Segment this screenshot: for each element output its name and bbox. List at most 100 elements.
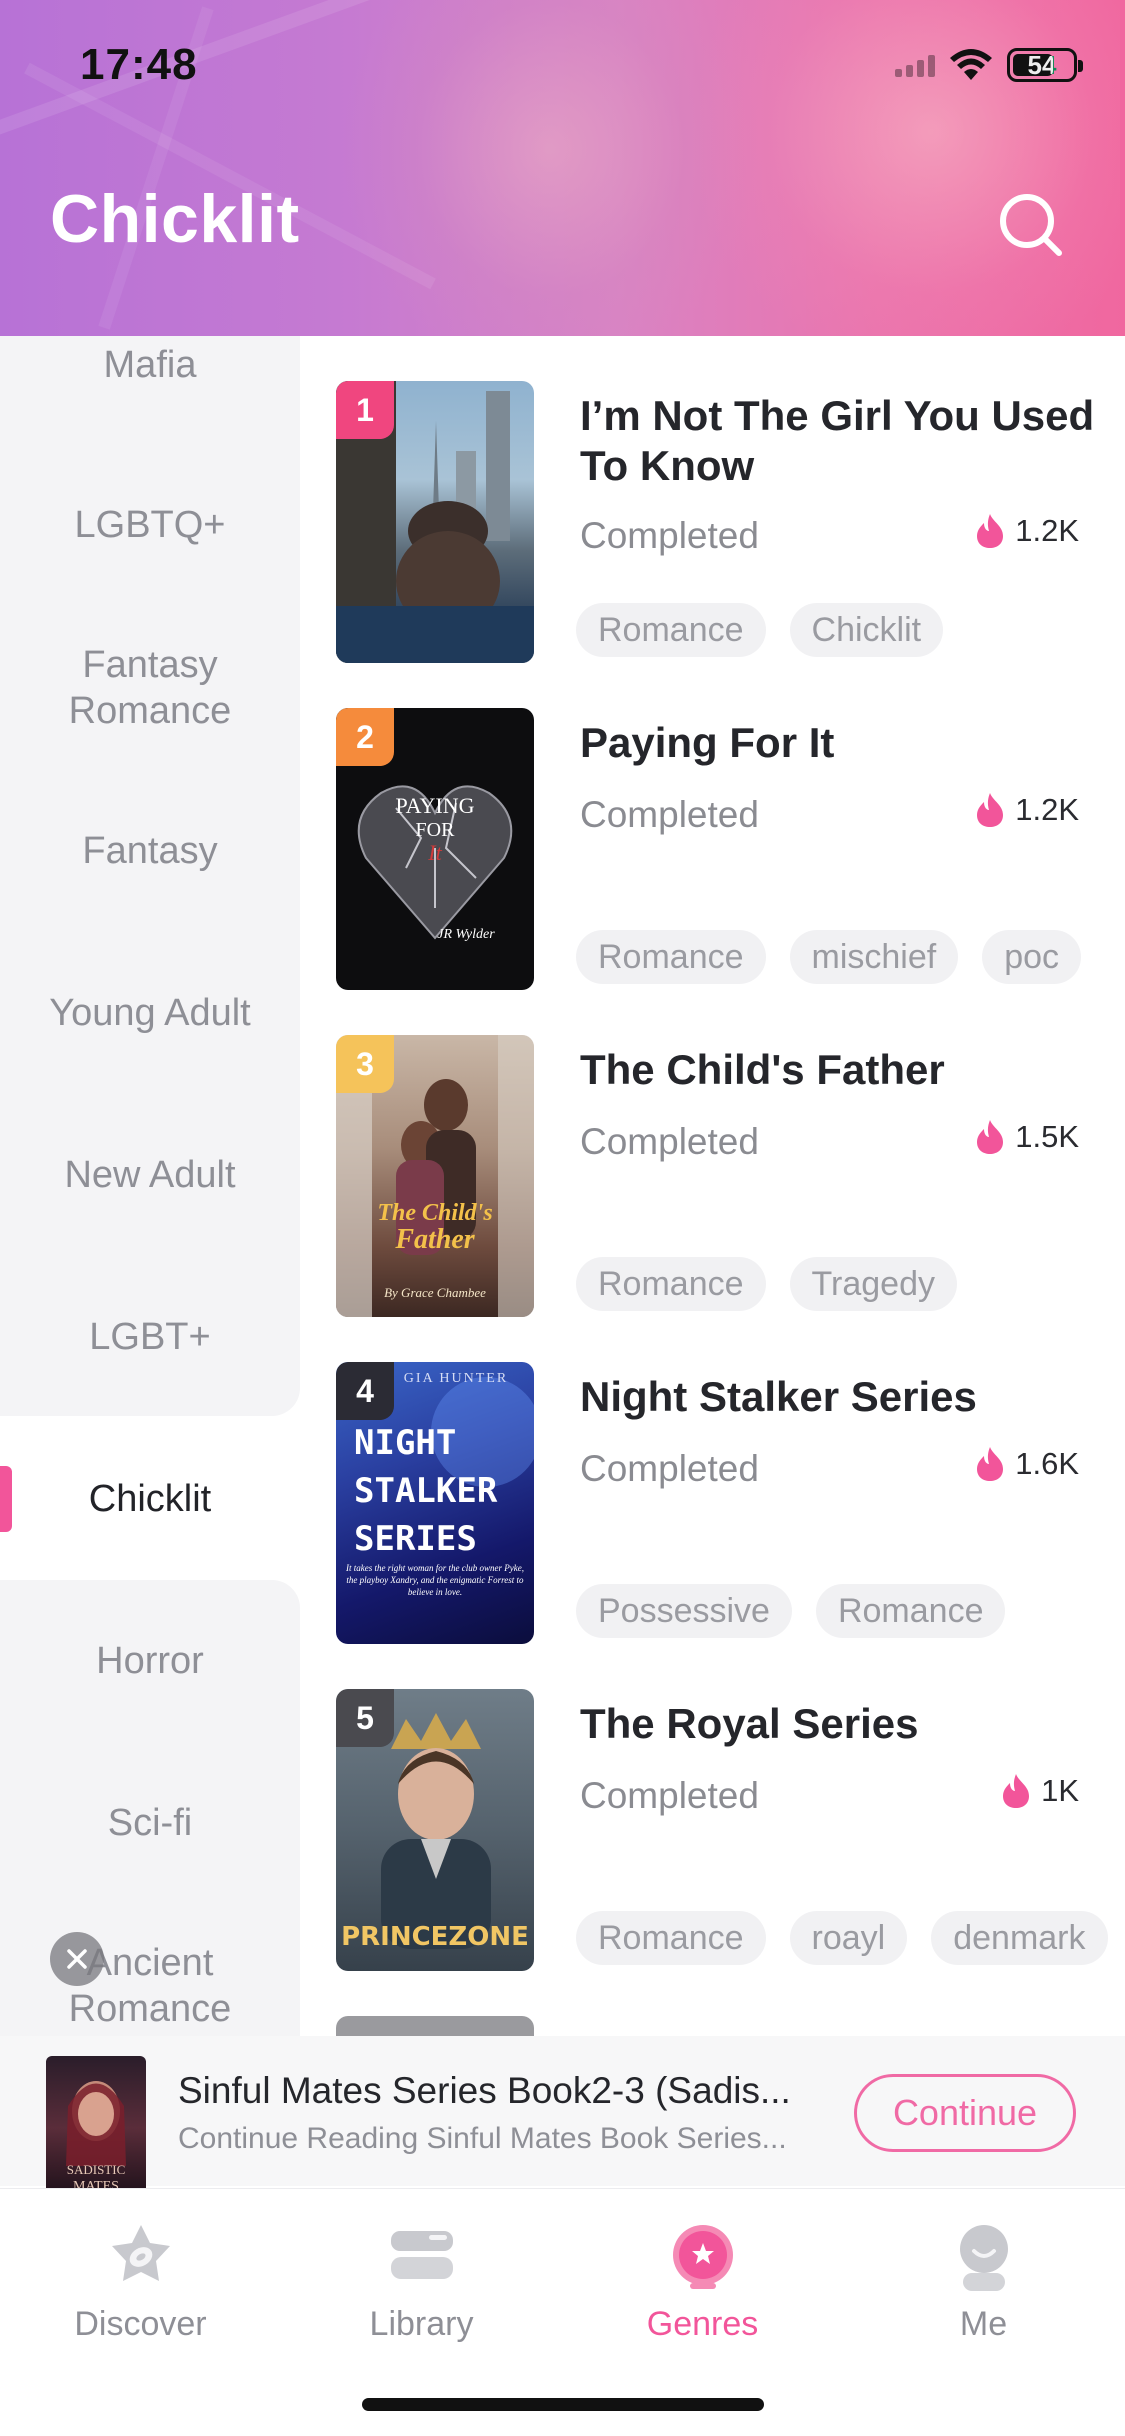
tag-list: Romance Tragedy <box>576 1257 957 1311</box>
book-item[interactable]: PAYING FOR It JR Wylder 2 Paying For It … <box>336 708 1125 990</box>
tab-genres[interactable]: Genres <box>562 2189 843 2389</box>
tag[interactable]: mischief <box>789 930 959 984</box>
tag[interactable]: Romance <box>576 603 766 657</box>
tab-discover[interactable]: Discover <box>0 2189 281 2389</box>
tag[interactable]: Romance <box>576 1911 766 1965</box>
sidebar-item-new-adult[interactable]: New Adult <box>0 1152 300 1198</box>
tag[interactable]: Romance <box>576 1257 766 1311</box>
sidebar-item-horror[interactable]: Horror <box>0 1638 300 1684</box>
sidebar-item-fantasy-romance[interactable]: Fantasy Romance <box>0 642 300 734</box>
genres-icon <box>673 2225 733 2289</box>
status-time: 17:48 <box>80 40 198 89</box>
popularity-count: 1.2K <box>1015 792 1079 827</box>
discover-icon <box>112 2225 170 2281</box>
popularity: 1.5K <box>975 1119 1079 1155</box>
book-status: Completed <box>580 1775 759 1816</box>
book-status: Completed <box>580 794 759 835</box>
sidebar-item-mafia[interactable]: Mafia <box>0 342 300 388</box>
tag[interactable]: roayl <box>789 1911 908 1965</box>
home-indicator[interactable] <box>362 2398 764 2411</box>
cover-author: JR Wylder <box>437 927 495 942</box>
battery-icon: 54 <box>1007 48 1083 82</box>
cover-author: GIA HUNTER <box>404 1371 508 1386</box>
book-item[interactable]: The Child's Father By Grace Chambee 3 Th… <box>336 1035 1125 1317</box>
cover-author: By Grace Chambee <box>384 1285 486 1300</box>
book-title[interactable]: Night Stalker Series <box>580 1372 1100 1422</box>
book-cover[interactable]: PRINCEZONE 5 <box>336 1689 534 1971</box>
tag[interactable]: denmark <box>931 1911 1108 1965</box>
tag[interactable]: poc <box>982 930 1082 984</box>
tag-list: Possessive Romance <box>576 1584 1006 1638</box>
sidebar-item-fantasy[interactable]: Fantasy <box>0 828 300 874</box>
close-continue-button[interactable] <box>50 1932 104 1986</box>
header-photo <box>340 0 760 336</box>
cover-art: SADISTIC MATES <box>66 2081 126 2194</box>
tab-label: Discover <box>74 2305 207 2343</box>
continue-book-title[interactable]: Sinful Mates Series Book2-3 (Sadis... <box>178 2070 838 2112</box>
cover-text: STALKER <box>354 1471 498 1511</box>
popularity: 1.2K <box>975 792 1079 828</box>
popularity-count: 1K <box>1041 1773 1079 1808</box>
library-icon <box>391 2231 453 2279</box>
continue-book-subtitle: Continue Reading Sinful Mates Book Serie… <box>178 2122 787 2155</box>
book-title[interactable]: Paying For It <box>580 718 1100 768</box>
book-status: Completed <box>580 515 759 556</box>
tag[interactable]: Chicklit <box>789 603 944 657</box>
book-status: Completed <box>580 1448 759 1489</box>
tag[interactable]: Tragedy <box>789 1257 957 1311</box>
me-icon <box>960 2225 1008 2291</box>
book-item[interactable]: GIA HUNTER NIGHT STALKER SERIES It takes… <box>336 1362 1125 1644</box>
flame-icon <box>977 1120 1004 1154</box>
book-cover[interactable]: PAYING FOR It JR Wylder 2 <box>336 708 534 990</box>
cover-text: NIGHT <box>354 1423 456 1463</box>
tab-me[interactable]: Me <box>843 2189 1124 2389</box>
continue-button[interactable]: Continue <box>854 2074 1076 2152</box>
tab-label: Genres <box>646 2305 759 2343</box>
sidebar-item-lgbtq[interactable]: LGBTQ+ <box>0 502 300 548</box>
cover-text: SERIES <box>354 1519 477 1559</box>
sidebar-item-chicklit[interactable]: Chicklit <box>0 1476 300 1522</box>
book-status: Completed <box>580 1121 759 1162</box>
book-title[interactable]: The Child's Father <box>580 1045 1100 1095</box>
continue-book-cover[interactable]: SADISTIC MATES <box>46 2056 146 2200</box>
flame-icon <box>977 514 1004 548</box>
book-item[interactable]: 1 I’m Not The Girl You Used To Know Comp… <box>336 381 1125 663</box>
flame-icon <box>1003 1774 1030 1808</box>
rank-badge: 3 <box>336 1035 394 1093</box>
rank-badge: 5 <box>336 1689 394 1747</box>
flame-icon <box>977 793 1004 827</box>
popularity-count: 1.6K <box>1015 1446 1079 1481</box>
tag[interactable]: Possessive <box>576 1584 792 1638</box>
sidebar-item-sci-fi[interactable]: Sci-fi <box>0 1800 300 1846</box>
flame-icon <box>977 1447 1004 1481</box>
genre-sidebar: Mafia LGBTQ+ Fantasy Romance Fantasy You… <box>0 336 300 2040</box>
tag[interactable]: Romance <box>576 930 766 984</box>
cover-blurb: It takes the right woman for the club ow… <box>346 1563 524 1597</box>
continue-reading-bar[interactable]: SADISTIC MATES Sinful Mates Series Book2… <box>0 2036 1125 2200</box>
tag-list: Romance roayl denmark <box>576 1911 1108 1965</box>
book-cover[interactable]: The Child's Father By Grace Chambee 3 <box>336 1035 534 1317</box>
book-cover[interactable]: GIA HUNTER NIGHT STALKER SERIES It takes… <box>336 1362 534 1644</box>
book-title[interactable]: I’m Not The Girl You Used To Know <box>580 391 1100 491</box>
tab-library[interactable]: Library <box>281 2189 562 2389</box>
search-icon[interactable] <box>996 190 1066 260</box>
book-item[interactable]: PRINCEZONE 5 The Royal Series Completed … <box>336 1689 1125 1971</box>
tab-label: Library <box>369 2305 474 2343</box>
status-icons: 54 <box>895 48 1083 82</box>
header: 17:48 54 Chicklit <box>0 0 1125 336</box>
sidebar-item-lgbt[interactable]: LGBT+ <box>0 1314 300 1360</box>
book-cover[interactable] <box>336 2016 534 2036</box>
rank-badge: 1 <box>336 381 394 439</box>
popularity: 1K <box>1001 1773 1079 1809</box>
tag-list: Romance mischief poc <box>576 930 1082 984</box>
page-title: Chicklit <box>50 181 300 257</box>
book-title[interactable]: The Royal Series <box>580 1699 1100 1749</box>
book-item-partial[interactable] <box>336 2016 1125 2036</box>
sidebar-item-young-adult[interactable]: Young Adult <box>0 990 300 1036</box>
tag[interactable]: Romance <box>815 1584 1006 1638</box>
book-cover[interactable]: 1 <box>336 381 534 663</box>
sidebar-item-ancient-romance[interactable]: Ancient Romance <box>0 1940 300 2032</box>
cover-text: The Child's <box>377 1200 492 1226</box>
tab-label: Me <box>959 2305 1008 2343</box>
cover-text: FOR <box>416 819 456 841</box>
